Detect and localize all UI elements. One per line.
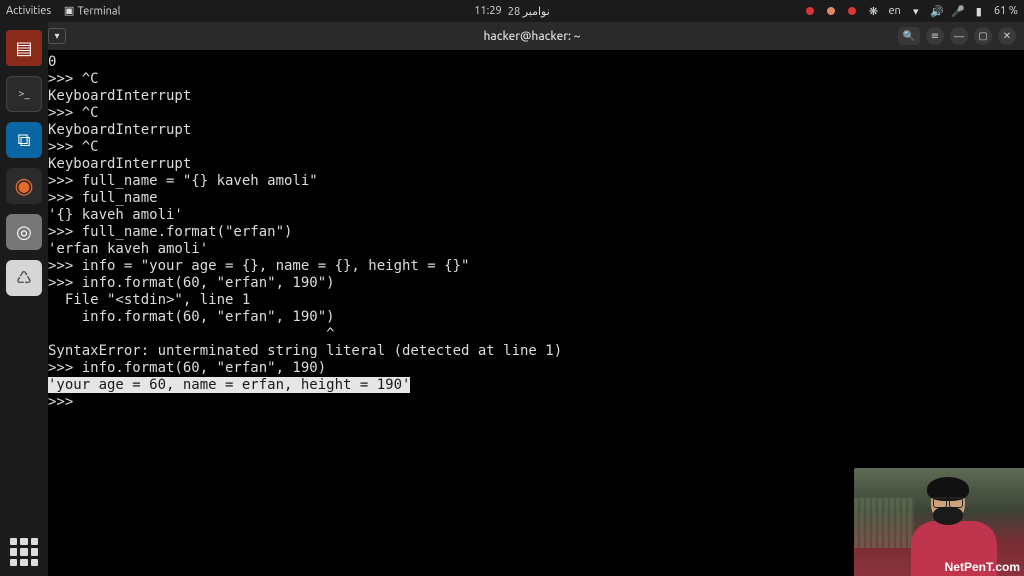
terminal-line: >>> full_name	[48, 190, 158, 206]
terminal-line: info.format(60, "erfan", 190")	[48, 309, 335, 325]
terminal-line: SyntaxError: unterminated string literal…	[48, 343, 562, 359]
terminal-line: >>> full_name = "{} kaveh amoli"	[48, 173, 318, 189]
disks-icon: ◎	[16, 222, 32, 243]
firefox-icon: ◉	[14, 173, 33, 199]
background-bookshelf	[854, 498, 914, 548]
mic-icon[interactable]: 🎤	[952, 5, 964, 17]
search-button[interactable]: 🔍	[898, 27, 920, 45]
impress-icon: ▤	[15, 38, 32, 59]
show-applications-button[interactable]	[10, 538, 38, 566]
terminal-line: ^	[48, 326, 335, 342]
terminal-line: 'erfan kaveh amoli'	[48, 241, 208, 257]
terminal-line: File "<stdin>", line 1	[48, 292, 250, 308]
minimize-button[interactable]: —	[950, 27, 968, 45]
battery-icon[interactable]: ▮	[973, 5, 985, 17]
gnome-topbar: Activities ▣ Terminal 11:29 نوامبر 28 ❋ …	[0, 0, 1024, 22]
dock-item-terminal[interactable]: >_	[6, 76, 42, 112]
menu-icon: ≡	[931, 30, 939, 42]
terminal-line: KeyboardInterrupt	[48, 156, 191, 172]
do-not-disturb-icon[interactable]	[846, 5, 858, 17]
terminal-line: >>> ^C	[48, 105, 99, 121]
input-source[interactable]: en	[888, 5, 900, 17]
terminal-line: 0	[48, 54, 56, 70]
terminal-line: >>> info.format(60, "erfan", 190)	[48, 360, 326, 376]
vscode-icon: ⧉	[18, 130, 31, 151]
dock-item-firefox[interactable]: ◉	[6, 168, 42, 204]
close-icon: ✕	[1003, 30, 1011, 42]
app-indicator[interactable]: ▣ Terminal	[63, 5, 120, 18]
terminal-line: >>> info = "your age = {}, name = {}, he…	[48, 258, 469, 274]
terminal-headerbar: ▾ hacker@hacker: ~ 🔍 ≡ — ▢ ✕	[40, 22, 1024, 50]
terminal-icon: ▣	[63, 5, 75, 17]
terminal-prompt: >>>	[48, 394, 82, 410]
maximize-button[interactable]: ▢	[974, 27, 992, 45]
terminal-line: >>> ^C	[48, 139, 99, 155]
trash-icon: ♺	[16, 268, 32, 289]
hamburger-menu-button[interactable]: ≡	[926, 27, 944, 45]
terminal-line: KeyboardInterrupt	[48, 122, 191, 138]
close-button[interactable]: ✕	[998, 27, 1016, 45]
terminal-line: >>> info.format(60, "erfan", 190")	[48, 275, 335, 291]
terminal-icon: >_	[18, 88, 30, 100]
dock-item-vscode[interactable]: ⧉	[6, 122, 42, 158]
volume-icon[interactable]: 🔊	[931, 5, 943, 17]
terminal-line: '{} kaveh amoli'	[48, 207, 183, 223]
presenter-figure	[919, 481, 981, 567]
clock-date: نوامبر 28	[508, 5, 550, 18]
desktop-root: Activities ▣ Terminal 11:29 نوامبر 28 ❋ …	[0, 0, 1024, 576]
dock: ▤ >_ ⧉ ◉ ◎ ♺	[0, 22, 48, 576]
clock[interactable]: 11:29 نوامبر 28	[474, 5, 550, 18]
dock-item-libreoffice-impress[interactable]: ▤	[6, 30, 42, 66]
dock-item-disks[interactable]: ◎	[6, 214, 42, 250]
maximize-icon: ▢	[978, 30, 987, 42]
clock-time: 11:29	[474, 5, 502, 18]
webcam-overlay: NetPenT.com	[854, 468, 1024, 576]
terminal-selection: 'your age = 60, name = erfan, height = 1…	[48, 377, 410, 393]
dock-item-trash[interactable]: ♺	[6, 260, 42, 296]
search-icon: 🔍	[903, 30, 915, 42]
battery-percent: 61 %	[994, 5, 1018, 17]
wifi-icon[interactable]: ▾	[910, 5, 922, 17]
bluetooth-icon[interactable]: ❋	[867, 5, 879, 17]
update-icon[interactable]	[825, 5, 837, 17]
activities-button[interactable]: Activities	[6, 5, 51, 17]
terminal-line: >>> full_name.format("erfan")	[48, 224, 292, 240]
new-tab-button[interactable]: ▾	[48, 28, 66, 44]
app-indicator-label: Terminal	[78, 5, 121, 17]
minimize-icon: —	[954, 31, 964, 42]
terminal-line: >>> ^C	[48, 71, 99, 87]
record-icon[interactable]	[804, 5, 816, 17]
watermark: NetPenT.com	[945, 560, 1020, 574]
terminal-title: hacker@hacker: ~	[483, 30, 580, 43]
terminal-line: KeyboardInterrupt	[48, 88, 191, 104]
